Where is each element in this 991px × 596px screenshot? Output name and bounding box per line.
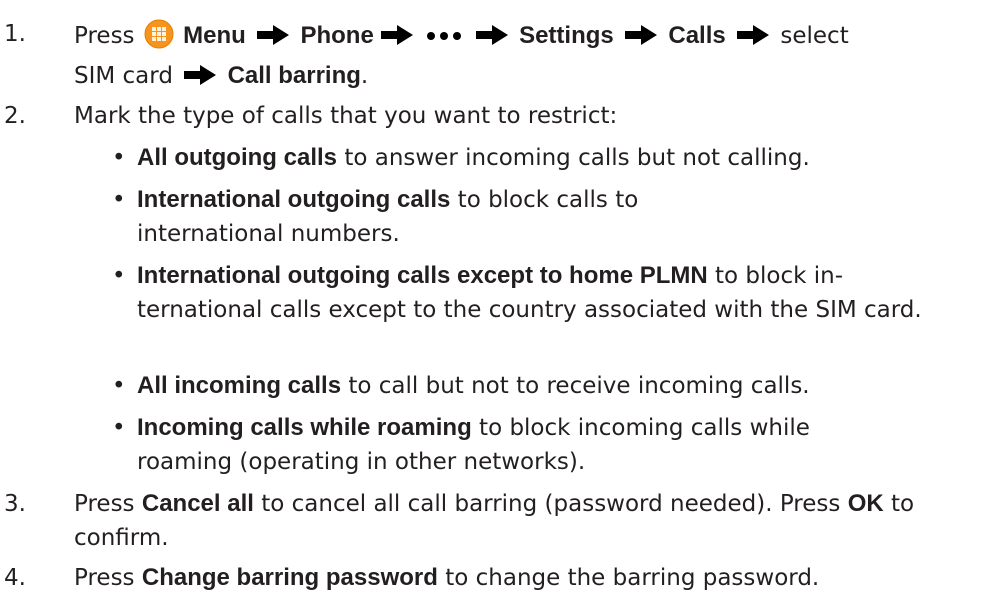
bullet-rest: to answer incoming calls but not calling… bbox=[337, 145, 810, 171]
settings-label: Settings bbox=[519, 22, 614, 49]
bullet-text: All outgoing calls to answer incoming ca… bbox=[137, 141, 979, 175]
right-arrow-icon bbox=[381, 23, 414, 57]
bullet-marker: • bbox=[112, 415, 126, 441]
bullet-text: International outgoing calls except to h… bbox=[137, 259, 957, 327]
bullet-bold: All outgoing calls bbox=[137, 144, 338, 171]
step-number: 4. bbox=[4, 565, 26, 591]
call-barring-label: Call barring bbox=[227, 62, 361, 89]
bullet-text: All incoming calls to call but not to re… bbox=[137, 369, 979, 403]
step-text: Mark the type of calls that you want to … bbox=[74, 103, 618, 129]
bullet-marker: • bbox=[112, 187, 126, 213]
step-text-press: Press bbox=[74, 565, 135, 591]
step-4-end: to change the barring password. bbox=[437, 565, 820, 591]
cancel-all-label: Cancel all bbox=[141, 490, 254, 517]
step-number: 1. bbox=[4, 21, 26, 47]
menu-label: Menu bbox=[183, 22, 246, 49]
ok-label: OK bbox=[847, 490, 884, 517]
phone-label: Phone bbox=[300, 22, 374, 49]
step-1-end: . bbox=[360, 63, 369, 89]
change-barring-password-label: Change barring password bbox=[141, 564, 438, 591]
instruction-document: 1. Press Menu Phone Settings Calls selec… bbox=[0, 0, 991, 596]
right-arrow-icon bbox=[257, 23, 290, 57]
step-text: Press Cancel all to cancel all call barr… bbox=[74, 487, 979, 555]
more-dots-icon bbox=[426, 17, 462, 51]
bullet-marker: • bbox=[112, 373, 126, 399]
calls-label: Calls bbox=[668, 22, 726, 49]
step-text-press: Press bbox=[74, 23, 135, 49]
bullet-text: Incoming calls while roaming to block in… bbox=[137, 411, 837, 479]
right-arrow-icon bbox=[737, 23, 770, 57]
bullet-marker: • bbox=[112, 263, 126, 289]
step-number: 2. bbox=[4, 103, 26, 129]
right-arrow-icon bbox=[475, 23, 508, 57]
step-text-middle: to cancel all call barring (password nee… bbox=[253, 491, 848, 517]
step-number: 3. bbox=[4, 491, 26, 517]
right-arrow-icon bbox=[184, 63, 217, 97]
step-text-press: Press bbox=[74, 491, 135, 517]
bullet-text: International outgoing calls to block ca… bbox=[137, 183, 697, 251]
sim-card-text: SIM card bbox=[74, 63, 173, 89]
bullet-bold: International outgoing calls except to h… bbox=[137, 262, 708, 289]
bullet-bold: Incoming calls while roaming bbox=[137, 414, 472, 441]
step-text: Press Change barring password to change … bbox=[74, 561, 979, 595]
bullet-bold: All incoming calls bbox=[137, 372, 342, 399]
bullet-marker: • bbox=[112, 145, 126, 171]
select-text: select bbox=[780, 23, 849, 49]
bullet-rest: to call but not to receive incoming call… bbox=[341, 373, 810, 399]
step-text: Press Menu Phone Settings Calls select S… bbox=[74, 17, 979, 97]
menu-grid-icon bbox=[144, 19, 174, 59]
bullet-bold: International outgoing calls bbox=[137, 186, 451, 213]
right-arrow-icon bbox=[625, 23, 658, 57]
